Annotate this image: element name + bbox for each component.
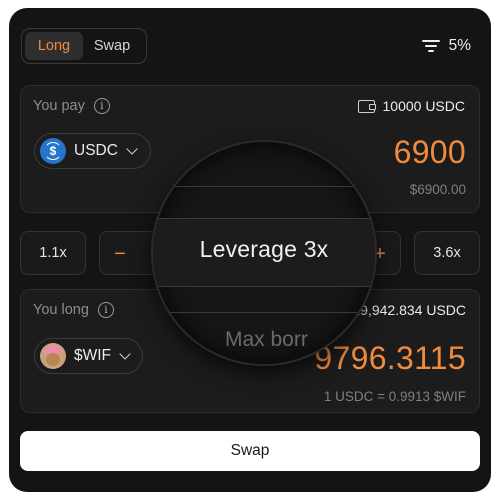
pay-token-symbol: USDC: [74, 142, 118, 159]
pay-label: You pay: [33, 98, 85, 114]
chevron-down-icon: [119, 348, 131, 360]
balance-value: 10000 USDC: [382, 98, 466, 114]
pay-token-select[interactable]: $ USDC: [34, 133, 151, 169]
lens-divider: [153, 218, 375, 219]
lens-divider: [153, 186, 375, 187]
long-label: You long: [33, 302, 89, 318]
chevron-down-icon: [126, 143, 138, 155]
long-token-select[interactable]: $WIF: [34, 338, 143, 374]
mode-toggle: Long Swap: [21, 28, 147, 64]
pay-usd-value: $6900.00: [409, 182, 466, 197]
filter-icon: [421, 39, 440, 53]
long-token-symbol: $WIF: [74, 347, 112, 364]
slippage-value: 5%: [448, 37, 471, 54]
info-icon[interactable]: i: [93, 98, 110, 114]
long-label-row: You long i: [33, 302, 114, 318]
tab-long[interactable]: Long: [25, 32, 83, 60]
tab-swap[interactable]: Swap: [83, 32, 141, 60]
leverage-value[interactable]: Leverage 3x: [153, 236, 375, 263]
slippage-settings-button[interactable]: 5%: [421, 37, 471, 55]
long-amount: 9796.3115: [314, 340, 466, 376]
max-borrow-label: Max borr: [225, 328, 308, 351]
magnifier-lens: Leverage 3x Max borr: [153, 142, 375, 364]
usdc-icon: $: [40, 138, 66, 164]
info-icon[interactable]: i: [97, 302, 114, 318]
lens-divider: [153, 286, 375, 287]
swap-panel: Long Swap 5% You pay i 10000 USDC $ USDC…: [9, 8, 491, 492]
leverage-max-button[interactable]: 3.6x: [414, 231, 480, 275]
swap-button[interactable]: Swap: [20, 431, 480, 471]
wif-token-icon: [40, 343, 66, 369]
max-borrow-value: : 19,942.834 USDC: [344, 302, 466, 318]
leverage-min-button[interactable]: 1.1x: [20, 231, 86, 275]
lens-divider: [153, 312, 375, 313]
pay-amount-input[interactable]: 6900: [394, 134, 466, 171]
leverage-decrease-button[interactable]: −: [100, 232, 140, 276]
pay-label-row: You pay i: [33, 98, 110, 114]
exchange-rate: 1 USDC = 0.9913 $WIF: [323, 389, 466, 404]
wallet-icon: [357, 99, 376, 113]
wallet-balance[interactable]: 10000 USDC: [357, 98, 466, 114]
